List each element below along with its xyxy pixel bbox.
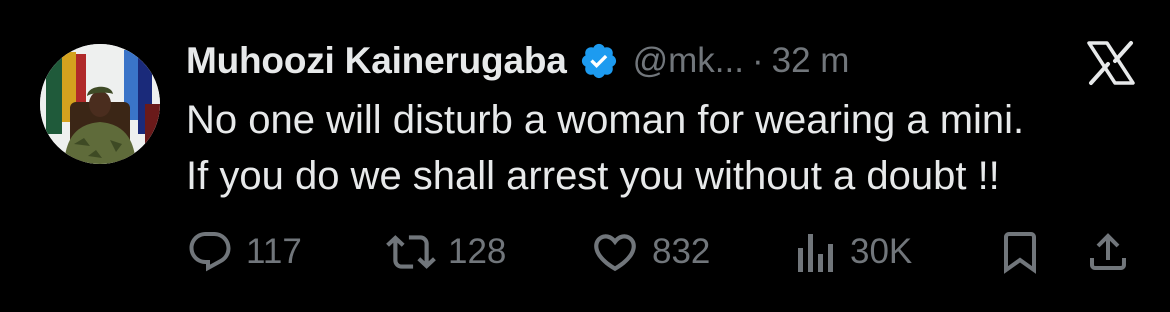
retweet-button[interactable]: 128 xyxy=(386,222,506,282)
retweet-count: 128 xyxy=(448,232,507,271)
reply-button[interactable]: 117 xyxy=(186,222,302,282)
action-bar: 117 128 832 30K xyxy=(0,222,1170,282)
retweet-icon xyxy=(386,227,436,277)
tweet-line: If you do we shall arrest you without a … xyxy=(186,154,1000,198)
views-icon xyxy=(794,228,838,276)
share-icon xyxy=(1084,228,1132,276)
tweet-header: Muhoozi Kainerugaba @mk... · 32 m xyxy=(186,36,849,86)
tweet-text: No one will disturb a woman for wearing … xyxy=(186,92,1146,204)
reply-count: 117 xyxy=(246,232,302,271)
like-count: 832 xyxy=(652,232,711,271)
timestamp[interactable]: 32 m xyxy=(772,41,850,81)
bookmark-button[interactable] xyxy=(996,222,1044,282)
tweet-card[interactable]: Muhoozi Kainerugaba @mk... · 32 m No one… xyxy=(0,0,1170,312)
reply-icon xyxy=(186,228,234,276)
tweet-line: No one will disturb a woman for wearing … xyxy=(186,98,1025,142)
author-name[interactable]: Muhoozi Kainerugaba xyxy=(186,40,567,82)
views-count: 30K xyxy=(850,232,913,271)
author-handle[interactable]: @mk... xyxy=(633,41,744,81)
avatar[interactable] xyxy=(40,44,160,164)
bookmark-icon xyxy=(996,228,1044,276)
share-button[interactable] xyxy=(1084,222,1132,282)
heart-icon xyxy=(590,227,640,277)
x-logo-icon xyxy=(1085,40,1137,86)
like-button[interactable]: 832 xyxy=(590,222,710,282)
separator-dot: · xyxy=(751,41,764,80)
views-button[interactable]: 30K xyxy=(794,222,912,282)
verified-badge-icon xyxy=(579,41,619,81)
